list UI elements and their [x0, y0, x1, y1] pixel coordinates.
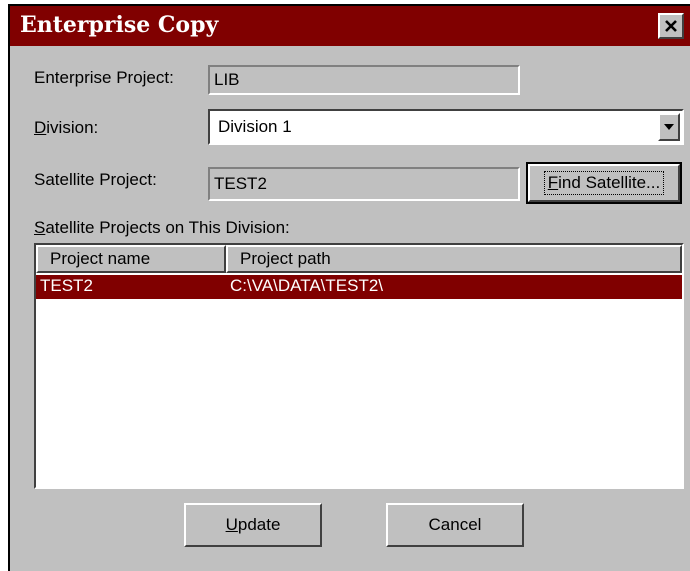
chevron-down-icon — [664, 124, 674, 130]
enterprise-project-label: Enterprise Project: — [34, 68, 174, 87]
division-label-text: ivision: — [46, 118, 99, 137]
update-label: Update — [225, 515, 281, 534]
satellite-project-value: TEST2 — [214, 174, 267, 193]
division-selected-value: Division 1 — [218, 117, 292, 136]
enterprise-copy-dialog: Enterprise Copy Enterprise Project: LIB … — [8, 4, 690, 571]
satellite-projects-list[interactable]: Project name Project path TEST2 C:\VA\DA… — [34, 243, 684, 489]
division-dropdown[interactable]: Division 1 — [208, 109, 684, 145]
row-project-name: TEST2 — [40, 276, 93, 295]
enterprise-project-value: LIB — [214, 70, 240, 89]
satellite-projects-list-label: Satellite Projects on This Division: — [34, 218, 290, 237]
list-row-selected[interactable]: TEST2 C:\VA\DATA\TEST2\ — [36, 275, 682, 299]
column-header-project-path[interactable]: Project path — [226, 245, 682, 273]
column-header-project-name[interactable]: Project name — [36, 245, 226, 273]
row-project-path: C:\VA\DATA\TEST2\ — [230, 276, 384, 295]
close-icon — [665, 20, 677, 32]
find-satellite-button[interactable]: Find Satellite... — [526, 162, 682, 204]
satellite-project-label: Satellite Project: — [34, 170, 157, 189]
find-satellite-label: Find Satellite... — [543, 171, 665, 195]
title-bar[interactable]: Enterprise Copy — [10, 6, 690, 46]
close-button[interactable] — [658, 13, 684, 39]
satellite-project-field: TEST2 — [208, 167, 520, 201]
window-title: Enterprise Copy — [20, 12, 219, 38]
division-dropdown-button[interactable] — [658, 113, 680, 141]
enterprise-project-field: LIB — [208, 65, 520, 95]
division-label: Division: — [34, 118, 98, 138]
division-label-mnemonic: D — [34, 118, 47, 137]
cancel-label: Cancel — [428, 515, 482, 534]
update-button[interactable]: Update — [184, 503, 322, 547]
cancel-button[interactable]: Cancel — [386, 503, 524, 547]
